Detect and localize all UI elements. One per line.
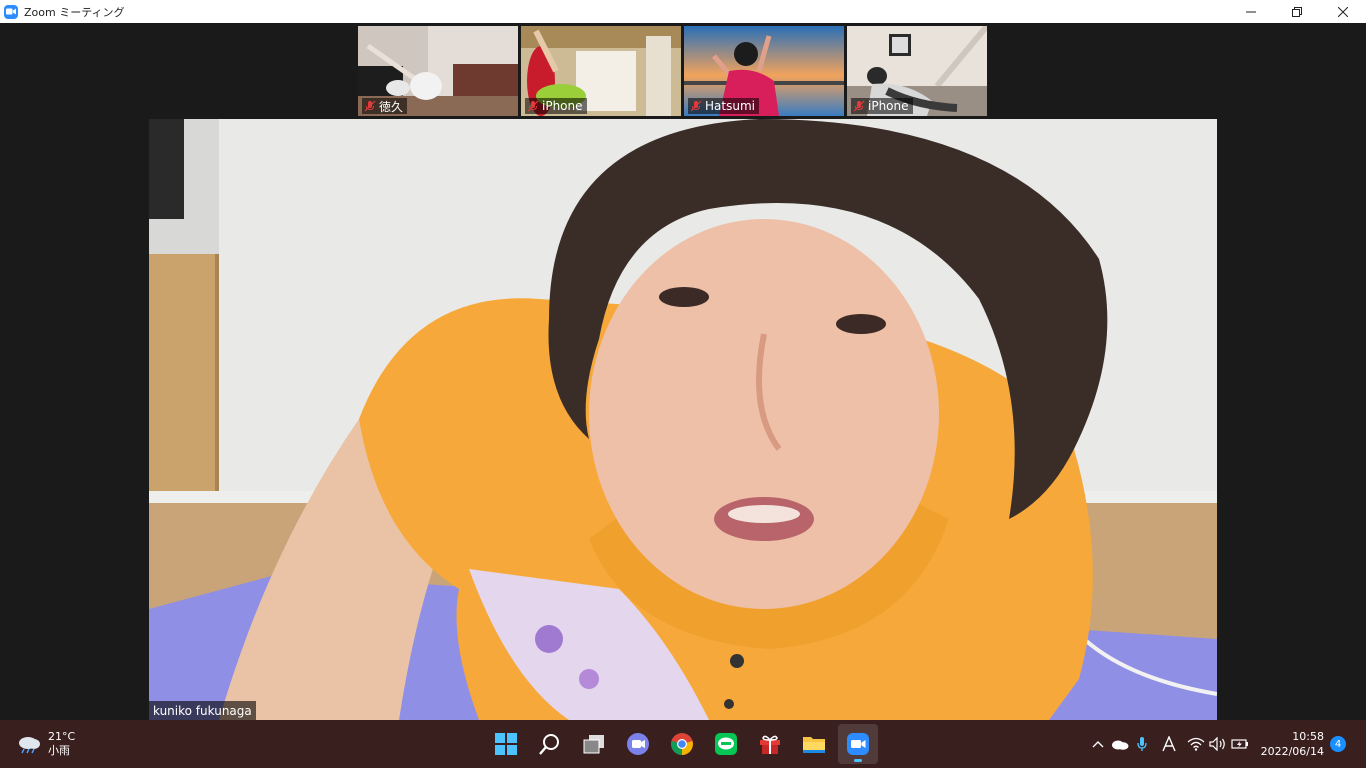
zoom-taskbar-button[interactable] xyxy=(838,724,878,764)
wifi-button[interactable] xyxy=(1185,720,1207,768)
participant-label: Hatsumi xyxy=(688,98,759,114)
speaker-volume-icon xyxy=(1208,737,1225,751)
task-view-button[interactable] xyxy=(574,724,614,764)
rain-cloud-icon xyxy=(19,737,40,754)
speaker-name-label: kuniko fukunaga xyxy=(149,701,256,720)
system-tray: 10:58 2022/06/14 4 xyxy=(1087,720,1366,768)
start-button[interactable] xyxy=(486,724,526,764)
battery-button[interactable] xyxy=(1229,720,1251,768)
battery-charging-icon xyxy=(1230,739,1248,749)
participant-name: Hatsumi xyxy=(705,99,755,113)
participant-thumbnail[interactable]: iPhone xyxy=(521,26,681,116)
chrome-icon xyxy=(671,733,693,755)
line-button[interactable] xyxy=(706,724,746,764)
participant-name: iPhone xyxy=(542,99,583,113)
wifi-icon xyxy=(1187,737,1205,751)
taskbar-clock[interactable]: 10:58 2022/06/14 xyxy=(1261,729,1324,759)
active-speaker-video[interactable]: kuniko fukunaga xyxy=(149,119,1217,720)
line-icon xyxy=(715,733,737,755)
participant-thumbnail[interactable]: iPhone xyxy=(847,26,987,116)
participant-thumbnail[interactable]: 徳久 xyxy=(358,26,518,116)
search-button[interactable] xyxy=(530,724,570,764)
mic-muted-icon xyxy=(690,100,702,112)
clock-date: 2022/06/14 xyxy=(1260,745,1324,758)
close-button[interactable] xyxy=(1320,0,1366,23)
mic-muted-icon xyxy=(527,100,539,112)
input-method-button[interactable] xyxy=(1153,720,1185,768)
participant-label: iPhone xyxy=(525,98,587,114)
participant-name: 徳久 xyxy=(379,99,404,114)
file-explorer-button[interactable] xyxy=(794,724,834,764)
meeting-area: 徳久 iPhone Hatsumi iPhone kuniko fukunaga xyxy=(0,23,1366,720)
onedrive-cloud-icon xyxy=(1111,740,1129,750)
show-hidden-icons-button[interactable] xyxy=(1087,720,1109,768)
weather-temperature: 21°C xyxy=(48,730,76,743)
input-method-icon xyxy=(1161,736,1176,752)
teams-chat-icon xyxy=(627,733,649,755)
taskbar-apps xyxy=(486,724,878,764)
mic-muted-icon xyxy=(853,100,865,112)
zoom-app-icon xyxy=(4,4,18,19)
notification-badge[interactable]: 4 xyxy=(1330,736,1346,752)
file-explorer-icon xyxy=(803,737,825,753)
start-icon xyxy=(495,733,517,755)
microphone-button[interactable] xyxy=(1131,720,1153,768)
chrome-button[interactable] xyxy=(662,724,702,764)
participant-label: 徳久 xyxy=(362,98,408,114)
onedrive-button[interactable] xyxy=(1109,720,1131,768)
weather-condition: 小雨 xyxy=(48,744,70,757)
teams-chat-button[interactable] xyxy=(618,724,658,764)
chevron-up-icon xyxy=(1092,741,1104,748)
mic-muted-icon xyxy=(364,100,376,112)
window-title: Zoom ミーティング xyxy=(24,5,125,19)
gift-icon xyxy=(760,735,780,754)
restore-button[interactable] xyxy=(1274,0,1320,23)
search-icon xyxy=(539,734,559,755)
title-bar: Zoom ミーティング xyxy=(0,0,1366,23)
clock-time: 10:58 xyxy=(1292,730,1324,743)
participant-label: iPhone xyxy=(851,98,913,114)
task-view-icon xyxy=(583,735,604,754)
volume-button[interactable] xyxy=(1207,720,1229,768)
gift-button[interactable] xyxy=(750,724,790,764)
zoom-icon xyxy=(847,733,869,755)
participant-name: iPhone xyxy=(868,99,909,113)
speaker-video-frame xyxy=(149,119,1217,720)
taskbar: 21°C 小雨 10:58 2022/06/14 4 xyxy=(0,720,1366,768)
participant-thumbnail[interactable]: Hatsumi xyxy=(684,26,844,116)
minimize-button[interactable] xyxy=(1228,0,1274,23)
microphone-icon xyxy=(1136,737,1147,751)
weather-widget[interactable]: 21°C 小雨 xyxy=(16,728,75,760)
